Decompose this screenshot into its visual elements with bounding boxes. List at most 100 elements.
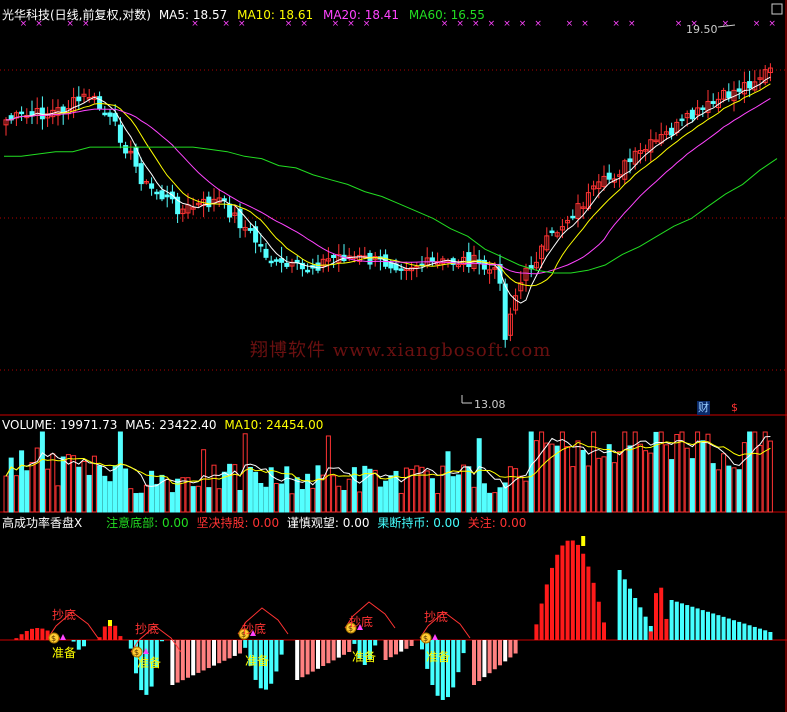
top-x-marker: × — [628, 19, 636, 29]
volume-bar — [606, 444, 612, 513]
volume-bar — [715, 469, 721, 513]
indicator-bar — [633, 598, 638, 640]
indicator-bar — [721, 616, 726, 640]
candle-body — [689, 109, 695, 120]
top-x-marker: × — [534, 19, 542, 29]
signal-triangle — [432, 634, 438, 640]
volume-bar — [216, 488, 222, 513]
volume-bar — [403, 467, 409, 513]
finance-badge[interactable]: 财 — [697, 401, 710, 415]
indicator-bar — [399, 640, 404, 652]
indicator-bar — [196, 640, 201, 673]
volume-bar — [637, 443, 643, 513]
indicator-bar — [102, 626, 107, 640]
indicator-bar — [300, 640, 305, 678]
indicator-bar — [498, 640, 502, 666]
coin-icon-symbol: $ — [423, 634, 428, 643]
candle-body — [669, 127, 675, 136]
indicator-bar — [206, 640, 211, 669]
indicator-bar — [763, 630, 768, 640]
volume-bar — [39, 431, 45, 513]
indicator-bar — [711, 613, 716, 640]
volume-bar — [55, 485, 61, 513]
volume-bar — [767, 440, 773, 513]
dollar-icon[interactable]: $ — [731, 401, 738, 415]
indicator-bar — [310, 640, 315, 672]
indicator-bar — [685, 605, 690, 640]
volume-bar — [741, 442, 747, 513]
ma20-label: MA20: — [322, 8, 361, 22]
indicator-bar — [222, 640, 227, 661]
volume-bar — [383, 480, 389, 513]
indicator-bar — [758, 628, 762, 640]
signal-triangle — [60, 634, 66, 640]
candle-body — [76, 96, 82, 102]
volume-bar — [19, 450, 25, 513]
volume-bar — [195, 485, 201, 513]
indicator-bar — [565, 540, 570, 640]
indicator-bar — [591, 582, 596, 640]
volume-bar — [50, 453, 56, 513]
stock-title: 光华科技(日线,前复权,对数) — [2, 8, 151, 22]
volume-bar — [320, 474, 326, 513]
ready-signal-2: 准备 — [137, 656, 162, 670]
candle-body — [284, 262, 290, 267]
volume-bar — [325, 435, 331, 513]
volume-bar — [128, 488, 134, 513]
indicator-bar — [638, 607, 643, 640]
top-x-marker: × — [753, 19, 761, 29]
volume-bar — [450, 476, 456, 513]
candle-body — [273, 259, 279, 262]
indicator-bar — [14, 638, 19, 640]
volume-bar — [528, 431, 534, 513]
indicator-l1: 注意底部: — [106, 516, 159, 530]
volume-bar — [445, 451, 451, 513]
indicator-bar — [570, 540, 575, 640]
indicator-bar — [232, 640, 237, 656]
volume-bar — [669, 459, 675, 513]
volume-bar — [752, 431, 758, 513]
volume-bar — [570, 466, 576, 513]
candle-body — [117, 124, 123, 143]
ma60-label: MA60: — [408, 8, 447, 22]
indicator-bar — [274, 640, 279, 672]
indicator-bar — [726, 618, 731, 640]
candle-body — [747, 81, 753, 89]
volume-bar — [601, 456, 607, 513]
indicator-bar — [560, 545, 565, 640]
volume-bar — [726, 465, 732, 513]
indicator-l4: 果断持币: — [377, 516, 430, 530]
volume-bar — [138, 492, 144, 513]
ready-signal-3: 准备 — [245, 654, 270, 668]
indicator-bar — [440, 640, 445, 700]
volume-bar — [86, 474, 92, 513]
low-price-label: 13.08 — [474, 398, 506, 411]
volume-bar — [580, 449, 586, 513]
ma10-value: 18.61 — [278, 8, 314, 22]
indicator-bar — [238, 640, 242, 654]
volume-bar — [440, 465, 446, 513]
indicator-bar — [336, 640, 341, 658]
indicator-bar — [383, 640, 388, 660]
volume-bar — [736, 469, 742, 513]
top-x-marker: × — [581, 19, 589, 29]
volume-bar — [721, 453, 727, 513]
volume-bar — [424, 470, 430, 513]
settings-icon — [771, 3, 783, 15]
indicator-bar — [586, 566, 591, 640]
top-x-marker: × — [768, 19, 776, 29]
volume-bar — [154, 483, 160, 513]
volume-bar — [435, 493, 441, 513]
indicator-bar — [212, 640, 216, 666]
indicator-bar — [76, 640, 81, 650]
bottom-signal-4: 抄底 — [349, 615, 374, 629]
volume-bar — [13, 475, 19, 513]
volume-bar — [507, 466, 513, 513]
candle-body — [159, 190, 165, 200]
indicator-bar — [326, 640, 331, 664]
indicator-bar — [659, 587, 664, 640]
volume-bar — [611, 462, 617, 513]
volume-bar — [289, 493, 295, 513]
indicator-v4: 0.00 — [433, 516, 460, 530]
volume-bar — [190, 486, 196, 513]
